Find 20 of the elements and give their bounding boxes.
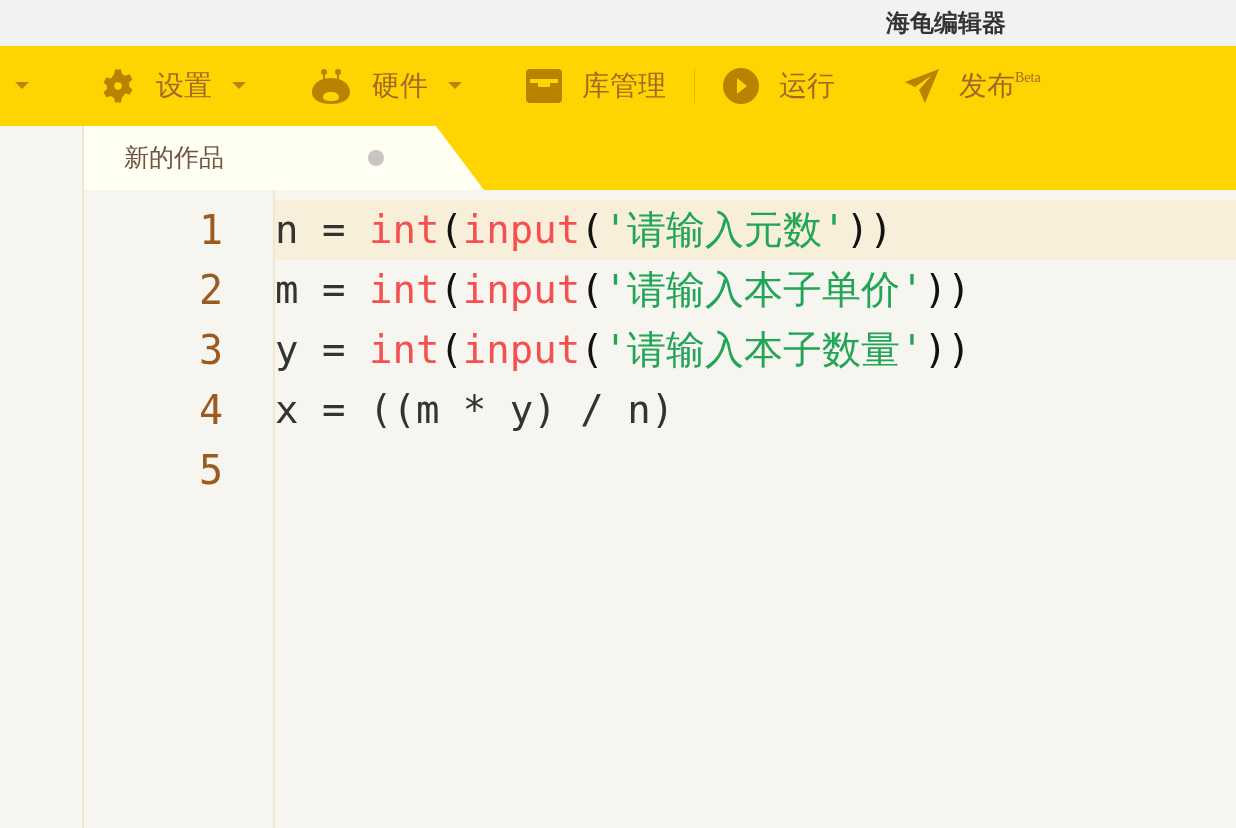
- play-icon: [723, 68, 759, 104]
- line-number: 2: [198, 266, 223, 315]
- code-line: m = int(input('请输入本子单价')): [275, 265, 972, 314]
- toolbar-button[interactable]: 硬件: [310, 61, 462, 111]
- tray-icon: [526, 69, 562, 103]
- line-number: 5: [198, 446, 223, 495]
- line-number: 4: [198, 386, 223, 435]
- code-editor[interactable]: n = int(input('请输入元数')) m = int(input('请输入本子单价')) y = int(input('请输入本子数量')) x = ((m * y) / n): [275, 190, 1236, 828]
- line-number: 3: [198, 326, 223, 375]
- toolbar-button[interactable]: 运行: [723, 61, 835, 111]
- toolbar-button[interactable]: 设置: [100, 61, 246, 111]
- editor-tab[interactable]: 新的作品: [84, 126, 484, 190]
- paper-plane-icon: [905, 69, 939, 103]
- toolbar-button[interactable]: 库管理: [526, 61, 666, 111]
- code-line: y = int(input('请输入本子数量')): [275, 325, 972, 374]
- window-title: 海龟编辑器: [886, 8, 1006, 38]
- caret-icon: [15, 82, 29, 90]
- line-number: 1: [198, 206, 223, 255]
- code-line: x = ((m * y) / n): [275, 385, 676, 434]
- bug-icon: [310, 68, 352, 104]
